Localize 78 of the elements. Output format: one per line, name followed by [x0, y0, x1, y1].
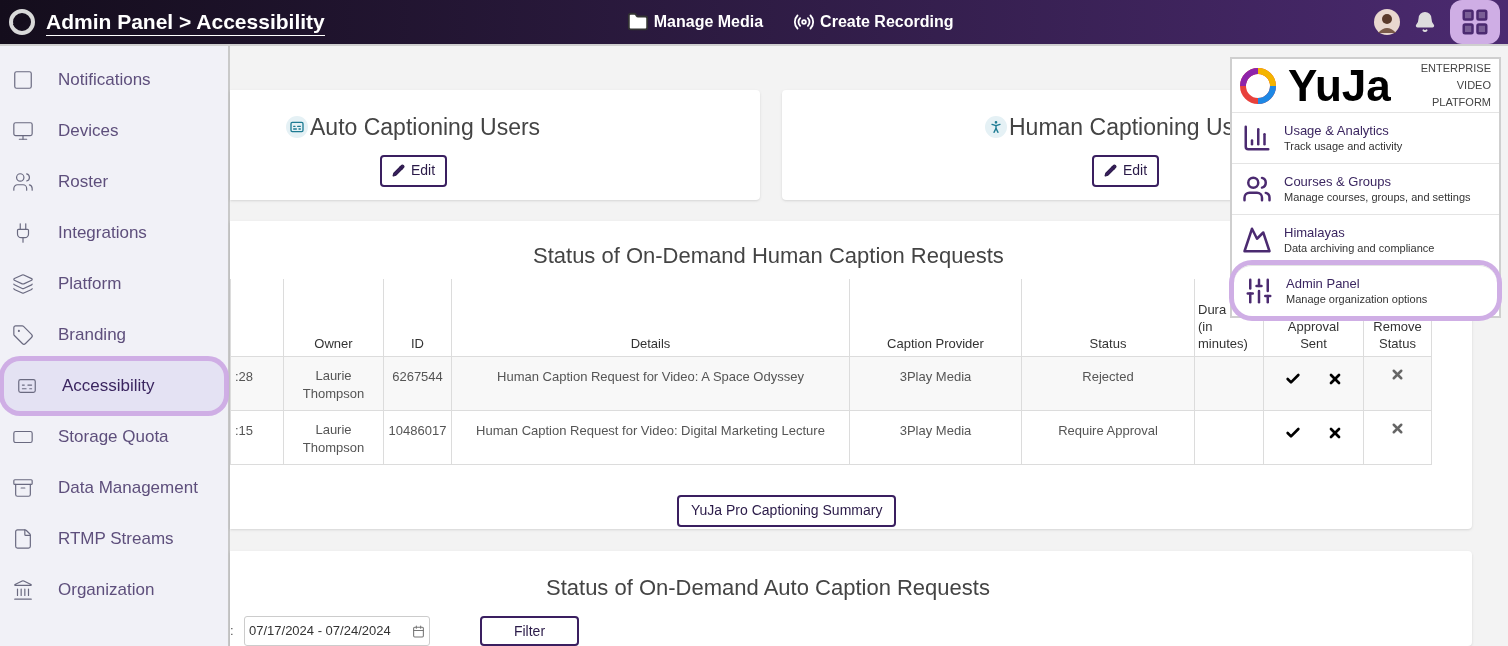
table-cell: 10486017	[388, 422, 447, 438]
edit-button[interactable]: Edit	[380, 154, 448, 187]
menu-item[interactable]: Himalayas Data archiving and compliance	[1232, 214, 1499, 265]
users-icon	[12, 171, 34, 193]
date-range-field[interactable]: 07/17/2024 - 07/24/2024	[244, 616, 430, 646]
nav-link[interactable]: Create Recording	[793, 10, 954, 34]
sidebar-item[interactable]: Devices	[0, 106, 228, 156]
column-header: Owner	[314, 335, 353, 351]
bell-icon[interactable]	[1414, 11, 1436, 33]
apps-button[interactable]	[1450, 0, 1500, 44]
sidebar-item[interactable]: Roster	[0, 157, 228, 207]
file-icon	[12, 528, 34, 550]
table-cell: Rejected	[1082, 368, 1134, 384]
menu-item[interactable]: Admin Panel Manage organization options	[1234, 265, 1497, 316]
devices-icon	[12, 120, 34, 142]
grid-icon	[1460, 7, 1490, 37]
avatar[interactable]	[1374, 9, 1400, 35]
column-header: Status	[1089, 335, 1127, 351]
remove-icon[interactable]	[1390, 366, 1405, 382]
brand-name: YuJa	[1288, 61, 1391, 110]
column-header: Details	[630, 335, 671, 351]
menu-item-subtitle: Data archiving and compliance	[1284, 241, 1435, 255]
table-cell: 3Play Media	[899, 368, 972, 384]
table-cell: :28	[235, 368, 254, 384]
menu-item-title: Himalayas	[1284, 225, 1346, 241]
chart-icon	[1242, 123, 1272, 153]
section-title: Status of On-Demand Human Caption Requests	[533, 242, 1004, 270]
menu-item[interactable]: Courses & Groups Manage courses, groups, and settings	[1232, 163, 1499, 214]
mountain-icon	[1242, 225, 1272, 255]
layers-icon	[12, 273, 34, 295]
edit-button[interactable]: Edit	[1092, 154, 1160, 187]
menu-item-title: Usage & Analytics	[1284, 123, 1390, 139]
sidebar-item[interactable]: Platform	[0, 259, 228, 309]
folder-icon	[626, 11, 649, 33]
table-cell: 3Play Media	[899, 422, 972, 438]
menu-item-subtitle: Manage courses, groups, and settings	[1284, 190, 1471, 204]
breadcrumb[interactable]: Admin Panel > Accessibility	[46, 8, 325, 36]
filter-button[interactable]: Filter	[480, 616, 579, 646]
person-icon	[988, 119, 1004, 136]
menu-item-title: Courses & Groups	[1284, 174, 1392, 190]
logo-icon	[8, 8, 36, 36]
pencil-icon	[392, 164, 405, 177]
sidebar-item[interactable]: Storage Quota	[0, 412, 228, 462]
tag-icon	[12, 324, 34, 346]
column-header: Caption Provider	[887, 335, 984, 351]
table-cell: Require Approval	[1058, 422, 1158, 438]
menu-item-subtitle: Manage organization options	[1286, 292, 1428, 306]
table-cell: :15	[235, 422, 254, 438]
nav-link[interactable]: Manage Media	[626, 10, 764, 34]
remove-icon[interactable]	[1390, 420, 1405, 436]
table-cell: 6267544	[392, 368, 443, 384]
column-header: Approval Sent	[1287, 318, 1340, 351]
sliders-icon	[1244, 276, 1274, 306]
section-title: Status of On-Demand Auto Caption Requests	[546, 574, 990, 602]
column-header: ID	[411, 335, 424, 351]
bank-icon	[12, 579, 34, 601]
column-header: Remove Status	[1373, 318, 1422, 351]
sidebar-item[interactable]: Integrations	[0, 208, 228, 258]
card-title: Auto Captioning Users	[310, 113, 541, 142]
brand-tagline: ENTERPRISE VIDEO PLATFORM	[1420, 61, 1492, 110]
users-icon	[1242, 174, 1272, 204]
sidebar-item[interactable]: Data Management	[0, 463, 228, 513]
table-cell: Human Caption Request for Video: Digital Marketing Lecture	[476, 422, 825, 438]
table-cell: Laurie Thompson	[302, 367, 365, 401]
calendar-icon	[412, 624, 425, 638]
pencil-icon	[1104, 164, 1117, 177]
sidebar-item[interactable]: Organization	[0, 565, 228, 615]
menu-item[interactable]: Usage & Analytics Track usage and activity	[1232, 112, 1499, 163]
table-cell: Human Caption Request for Video: A Space Odyssey	[497, 368, 804, 384]
menu-item-title: Admin Panel	[1286, 276, 1361, 292]
sidebar-item[interactable]: RTMP Streams	[0, 514, 228, 564]
archive-icon	[12, 477, 34, 499]
summary-button[interactable]: YuJa Pro Captioning Summary	[677, 494, 897, 527]
sidebar-item[interactable]: Branding	[0, 310, 228, 360]
date-label: :	[230, 622, 235, 641]
table-cell: Laurie Thompson	[302, 421, 365, 455]
menu-item-subtitle: Track usage and activity	[1284, 139, 1403, 153]
sidebar-item[interactable]: Notifications	[0, 55, 228, 105]
